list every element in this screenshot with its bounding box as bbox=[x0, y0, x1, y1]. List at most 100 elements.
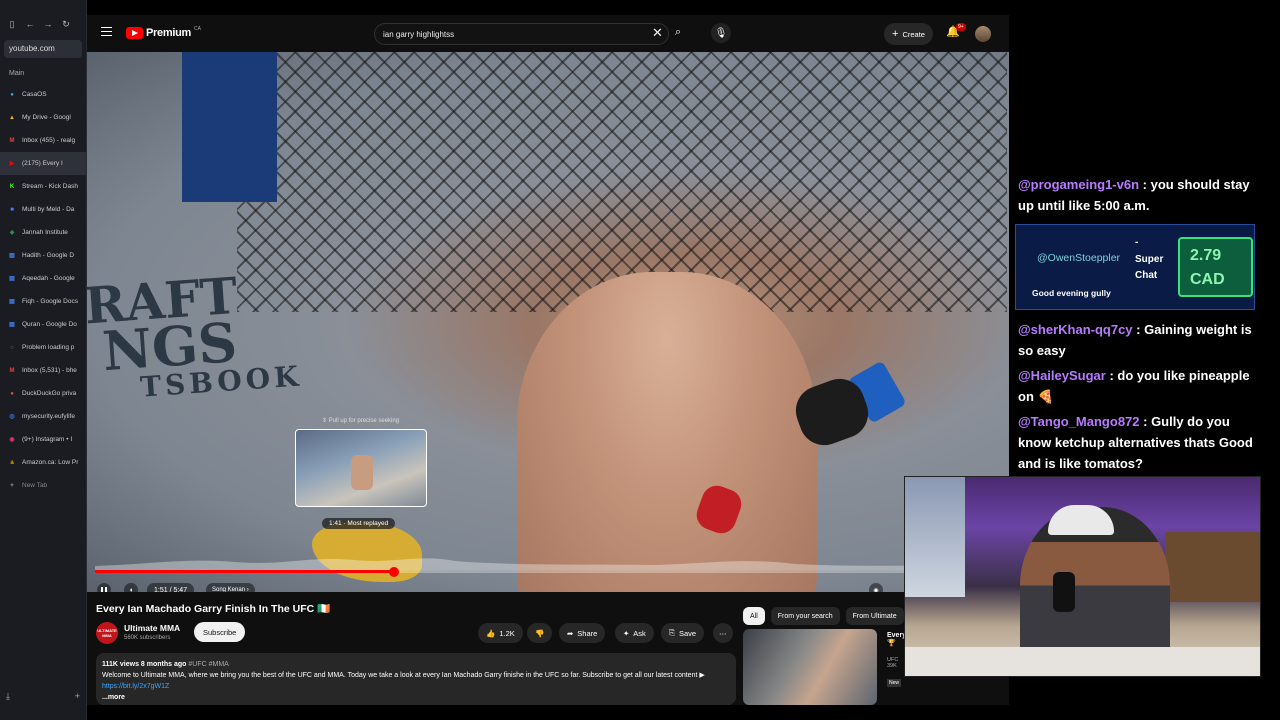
filter-chip[interactable]: From Ultimate bbox=[845, 607, 904, 625]
progress-played bbox=[95, 570, 394, 573]
description-box[interactable]: 111K views 8 months ago #UFC #MMA Welcom… bbox=[96, 653, 736, 705]
browser-tab[interactable]: a Amazon.ca: Low Pr bbox=[0, 451, 86, 474]
volume-icon[interactable]: ◖ bbox=[124, 583, 138, 592]
streamer-webcam bbox=[904, 476, 1261, 677]
sparkle-icon: ✦ bbox=[623, 628, 630, 638]
browser-tab[interactable]: ▲ My Drive - Googl bbox=[0, 106, 86, 129]
browser-tab[interactable]: K Stream - Kick Dash bbox=[0, 175, 86, 198]
browser-tab[interactable]: ▤ Aqeedah - Google bbox=[0, 267, 86, 290]
microphone bbox=[1053, 572, 1075, 612]
browser-tab[interactable]: ● CasaOS bbox=[0, 83, 86, 106]
ask-label: Ask bbox=[633, 628, 646, 638]
browser-tab[interactable]: M Inbox (5,531) - bhe bbox=[0, 359, 86, 382]
forward-icon[interactable]: → bbox=[42, 18, 54, 30]
browser-tab[interactable]: ● DuckDuckGo priva bbox=[0, 382, 86, 405]
video-player[interactable]: RAFT NGS TSBOOK ⇕ Pull up for precise se… bbox=[87, 52, 1009, 592]
account-avatar[interactable] bbox=[975, 26, 991, 42]
tab-favicon-icon: ▤ bbox=[9, 253, 15, 259]
channel-avatar[interactable]: ULTIMATE MMA bbox=[96, 622, 118, 644]
tab-favicon-icon: K bbox=[9, 183, 15, 190]
most-replayed-heatmap bbox=[95, 558, 1001, 570]
create-button[interactable]: + Create bbox=[884, 23, 933, 45]
tab-label: My Drive - Googl bbox=[22, 114, 71, 121]
browser-tab[interactable]: ▶ (2175) Every I bbox=[0, 152, 86, 175]
subscribe-button[interactable]: Subscribe bbox=[194, 622, 246, 642]
chat-username: @sherKhan-qq7cy bbox=[1018, 322, 1133, 337]
browser-tab[interactable]: ◆ Jannah Institute bbox=[0, 221, 86, 244]
time-display: 1:51 / 5:47 bbox=[147, 583, 195, 592]
progress-bar[interactable] bbox=[95, 566, 1001, 577]
sidebar-footer: ⤓ + bbox=[6, 691, 80, 702]
tab-label: Multi by Meld - Da bbox=[22, 206, 75, 213]
recommended-video-meta: UFC 39K bbox=[887, 657, 898, 669]
show-more-link[interactable]: ...more bbox=[102, 692, 730, 703]
more-icon: ⋯ bbox=[719, 628, 727, 638]
sidebar-toggle-icon[interactable]: ▯ bbox=[6, 18, 18, 30]
clear-search-icon[interactable]: ✕ bbox=[652, 25, 663, 41]
url-bar[interactable]: youtube.com bbox=[4, 40, 82, 58]
browser-tab[interactable]: ◎ mysecurity.eufylife bbox=[0, 405, 86, 428]
tab-favicon-icon: ▤ bbox=[9, 276, 15, 282]
plus-icon: + bbox=[10, 482, 14, 489]
tab-label: Hadith - Google D bbox=[22, 252, 75, 259]
browser-tab[interactable]: M Inbox (455) - realg bbox=[0, 129, 86, 152]
share-label: Share bbox=[577, 628, 598, 638]
super-chat-amount: 2.79 CAD bbox=[1178, 237, 1253, 297]
create-label: Create bbox=[902, 29, 925, 39]
youtube-logo[interactable]: Premium CA bbox=[126, 26, 201, 39]
back-icon[interactable]: ← bbox=[24, 18, 36, 30]
tab-favicon-icon: ▲ bbox=[9, 114, 15, 121]
download-icon[interactable]: ⤓ bbox=[6, 691, 10, 702]
mat-logo-text: RAFT NGS TSBOOK bbox=[87, 266, 303, 407]
autoplay-toggle-icon[interactable]: ◉ bbox=[869, 583, 883, 592]
super-chat-label-line: Super bbox=[1135, 254, 1164, 265]
dislike-button[interactable]: 👎 bbox=[527, 623, 553, 643]
fighter-figure bbox=[517, 272, 817, 592]
super-chat-card: @OwenStoeppler - Super Chat 2.79 CAD Goo… bbox=[1015, 224, 1255, 310]
mic-icon[interactable]: 🎙 bbox=[711, 23, 731, 43]
tab-favicon-icon: a bbox=[10, 459, 14, 466]
chat-username: @HaileySugar bbox=[1018, 368, 1106, 383]
thumbs-up-icon: 👍 bbox=[486, 628, 496, 638]
browser-tab[interactable]: ▤ Hadith - Google D bbox=[0, 244, 86, 267]
search-input[interactable]: ian garry highlightss bbox=[374, 23, 669, 45]
add-icon[interactable]: + bbox=[75, 691, 80, 702]
super-chat-message: Good evening gully bbox=[1032, 288, 1111, 298]
like-button[interactable]: 👍 1.2K bbox=[478, 623, 523, 643]
browser-tab[interactable]: ▤ Fiqh - Google Docs bbox=[0, 290, 86, 313]
player-controls: ◖ 1:51 / 5:47 Song Kenan › ◉ bbox=[87, 579, 1009, 592]
reload-icon[interactable]: ↻ bbox=[60, 18, 72, 30]
scrubber-handle[interactable] bbox=[388, 566, 399, 577]
save-label: Save bbox=[679, 628, 697, 638]
save-button[interactable]: ⎘ Save bbox=[661, 623, 705, 643]
browser-tab[interactable]: ■ Multi by Meld - Da bbox=[0, 198, 86, 221]
browser-tab[interactable]: ○ Problem loading p bbox=[0, 336, 86, 359]
filter-chip[interactable]: All bbox=[743, 607, 765, 625]
pause-button[interactable] bbox=[97, 583, 111, 592]
browser-tab[interactable]: ◉ (9+) Instagram • I bbox=[0, 428, 86, 451]
section-label: Main bbox=[9, 70, 25, 77]
tab-label: (9+) Instagram • I bbox=[22, 436, 73, 443]
more-actions-button[interactable]: ⋯ bbox=[713, 623, 733, 643]
tab-label: Stream - Kick Dash bbox=[22, 183, 78, 190]
filter-chip[interactable]: From your search bbox=[770, 607, 840, 625]
recommended-video-thumbnail[interactable] bbox=[743, 629, 877, 705]
menu-icon[interactable] bbox=[101, 27, 112, 36]
channel-name[interactable]: Ultimate MMA bbox=[124, 623, 180, 633]
super-chat-label: Super Chat bbox=[1135, 252, 1163, 284]
tab-label: Inbox (455) - realg bbox=[22, 137, 76, 144]
share-button[interactable]: ➦ Share bbox=[559, 623, 606, 643]
tab-label: DuckDuckGo priva bbox=[22, 390, 77, 397]
browser-tab[interactable]: ▤ Quran - Google Do bbox=[0, 313, 86, 336]
description-link[interactable]: https://bit.ly/2x7gW1Z bbox=[102, 683, 169, 690]
ask-button[interactable]: ✦ Ask bbox=[615, 623, 654, 643]
new-tab-button[interactable]: + New Tab bbox=[0, 474, 86, 497]
chapter-button[interactable]: Song Kenan › bbox=[206, 583, 255, 592]
hashtags[interactable]: #UFC #MMA bbox=[188, 661, 228, 668]
tab-favicon-icon: ◎ bbox=[9, 414, 15, 420]
tab-label: Fiqh - Google Docs bbox=[22, 298, 78, 305]
search-icon[interactable]: ⌕ bbox=[675, 26, 681, 39]
super-chat-dash: - bbox=[1135, 237, 1139, 248]
new-tab-label: New Tab bbox=[22, 482, 48, 489]
share-icon: ➦ bbox=[567, 628, 574, 638]
